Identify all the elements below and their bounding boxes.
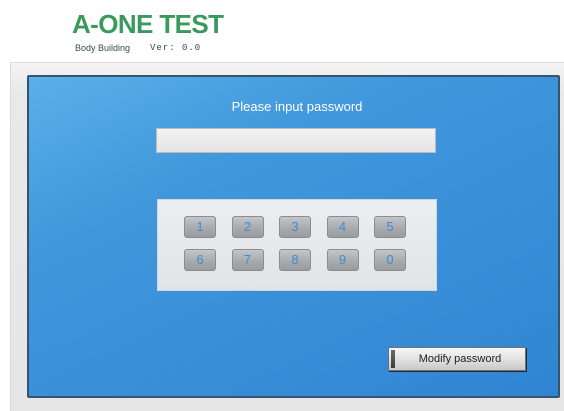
button-stripe (391, 350, 395, 368)
key-3[interactable]: 3 (279, 216, 311, 238)
modify-password-button[interactable]: Modify password (388, 347, 526, 371)
key-2[interactable]: 2 (231, 216, 264, 238)
key-8[interactable]: 8 (279, 249, 311, 271)
key-5[interactable]: 5 (374, 216, 406, 238)
app-subtitle: Body Building (75, 43, 131, 53)
version-label: Ver: 0.0 (150, 43, 202, 53)
key-0[interactable]: 0 (374, 249, 406, 271)
key-7[interactable]: 7 (231, 249, 264, 271)
keypad-keys: 1 2 3 4 5 6 7 8 9 0 (184, 216, 406, 271)
key-6[interactable]: 6 (184, 249, 216, 271)
password-input[interactable] (156, 128, 436, 153)
password-prompt: Please input password (231, 99, 363, 114)
login-panel: Please input password 1 2 3 4 5 6 7 8 9 … (27, 75, 560, 398)
key-1[interactable]: 1 (184, 216, 216, 238)
modify-password-label: Modify password (418, 353, 502, 365)
key-4[interactable]: 4 (326, 216, 359, 238)
key-9[interactable]: 9 (326, 249, 359, 271)
app-logo: A-ONE TEST (72, 9, 224, 39)
numeric-keypad: 1 2 3 4 5 6 7 8 9 0 (157, 199, 437, 291)
